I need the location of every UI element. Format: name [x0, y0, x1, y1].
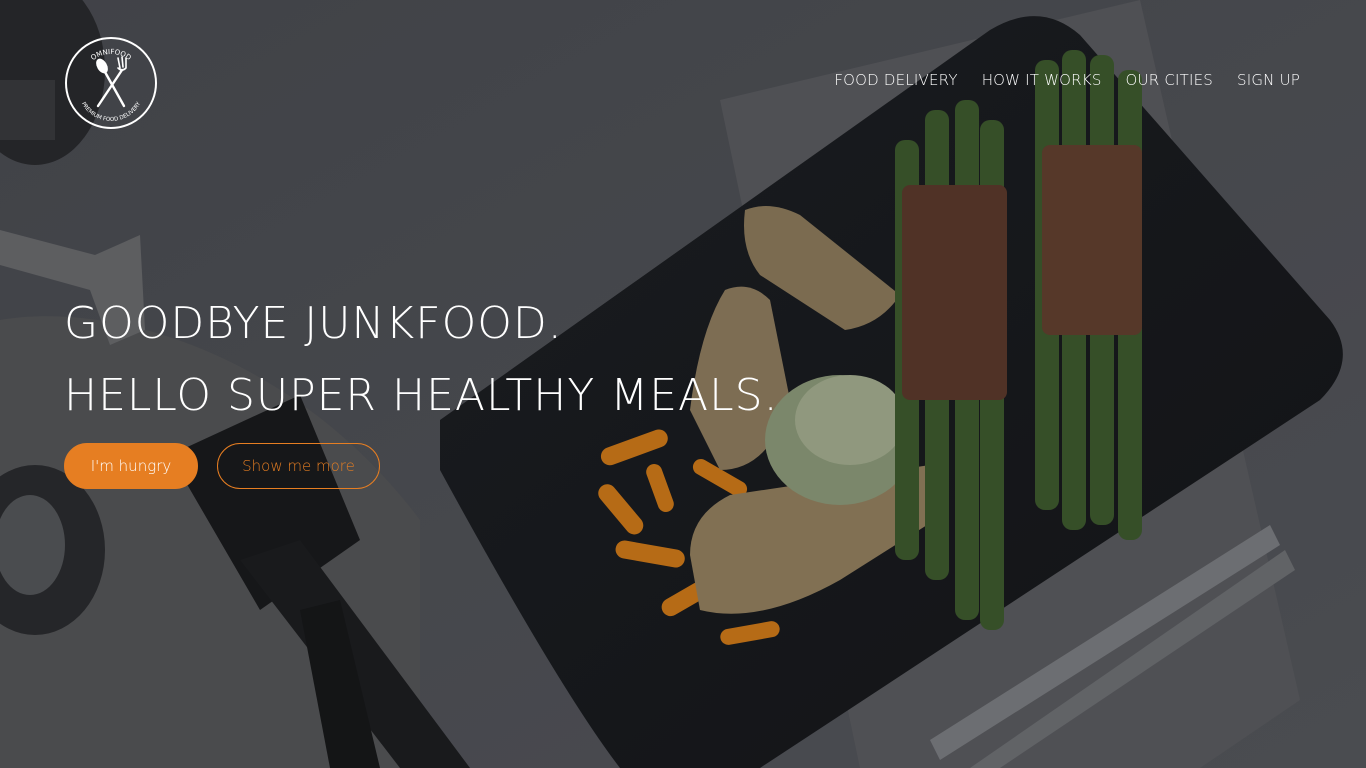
brand-logo[interactable]: OMNIFOOD PREMIUM FOOD DELIVERY	[64, 36, 158, 130]
spoon-fork-icon: OMNIFOOD PREMIUM FOOD DELIVERY	[65, 37, 157, 129]
hero-line-2: HELLO SUPER HEALTHY MEALS.	[64, 370, 779, 421]
hero-headline: GOODBYE JUNKFOOD. HELLO SUPER HEALTHY ME…	[64, 288, 779, 432]
nav-our-cities[interactable]: OUR CITIES	[1126, 70, 1213, 90]
im-hungry-button[interactable]: I'm hungry	[64, 443, 198, 489]
nav-sign-up[interactable]: SIGN UP	[1237, 70, 1300, 90]
hero-line-1: GOODBYE JUNKFOOD.	[64, 298, 563, 349]
nav-food-delivery[interactable]: FOOD DELIVERY	[834, 70, 957, 90]
main-nav: FOOD DELIVERY HOW IT WORKS OUR CITIES SI…	[834, 70, 1300, 90]
show-me-more-button[interactable]: Show me more	[217, 443, 380, 489]
nav-how-it-works[interactable]: HOW IT WORKS	[982, 70, 1102, 90]
svg-text:PREMIUM FOOD DELIVERY: PREMIUM FOOD DELIVERY	[80, 101, 142, 123]
